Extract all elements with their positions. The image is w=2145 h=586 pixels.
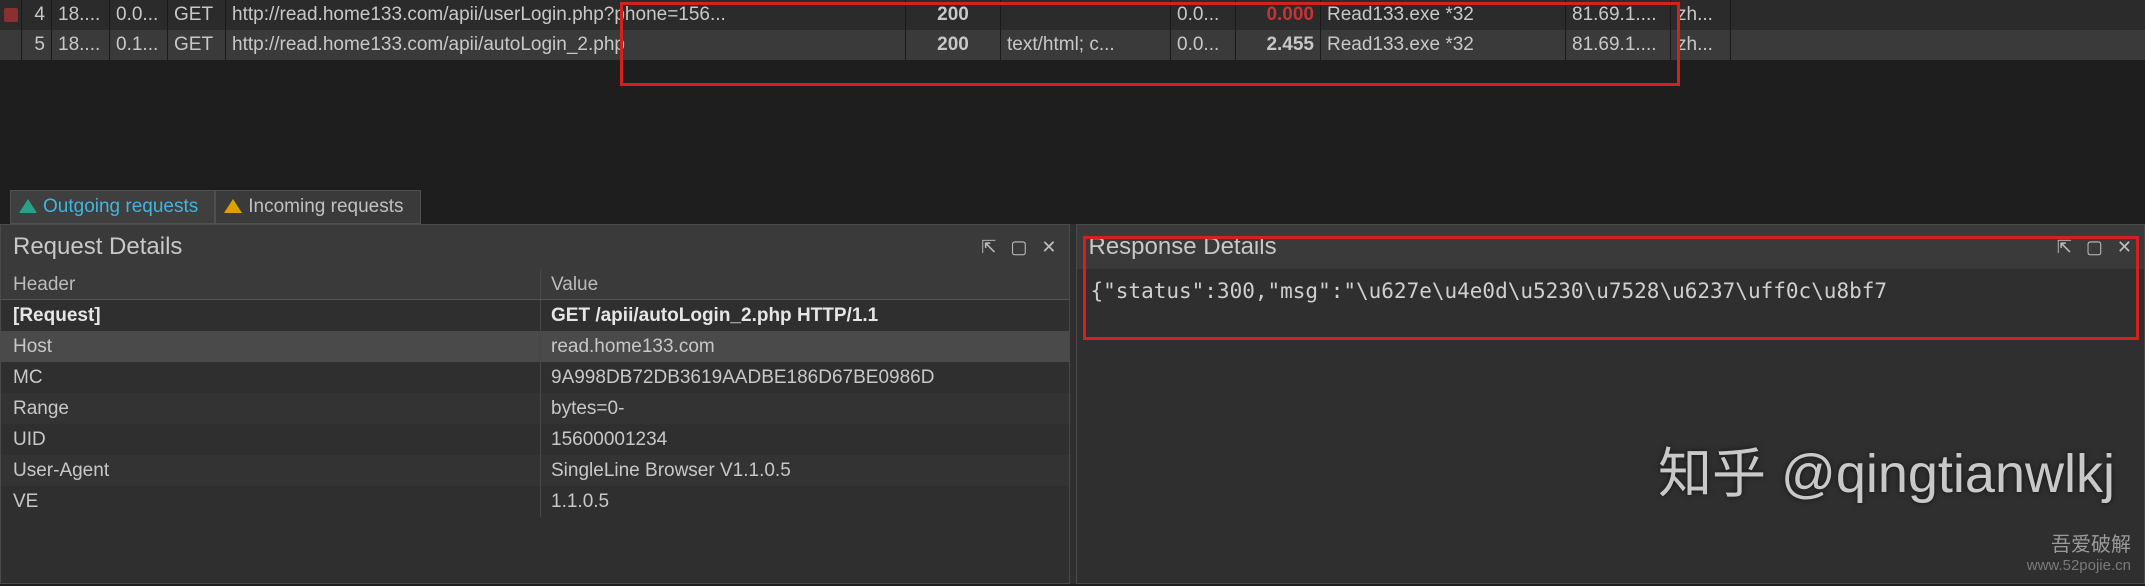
header-name: VE <box>1 486 541 517</box>
close-icon[interactable]: ✕ <box>1041 238 1056 256</box>
row-process: Read133.exe *32 <box>1321 0 1566 30</box>
row-number: 5 <box>22 30 52 60</box>
row-status: 200 <box>906 0 1001 30</box>
request-grid: 4 18.... 0.0... GET http://read.home133.… <box>0 0 2145 60</box>
tab-bar: Outgoing requests Incoming requests <box>10 190 421 224</box>
row-user: zh... <box>1671 0 1731 30</box>
tab-label: Incoming requests <box>248 196 403 218</box>
arrow-up-icon <box>19 197 37 213</box>
row-duration: 0.1... <box>110 30 168 60</box>
col-header-name: Header <box>1 269 541 299</box>
response-details-panel: Response Details ⇱ ▢ ✕ {"status":300,"ms… <box>1076 224 2145 584</box>
header-name: MC <box>1 362 541 393</box>
header-value: GET /apii/autoLogin_2.php HTTP/1.1 <box>541 300 1069 331</box>
header-row[interactable]: User-AgentSingleLine Browser V1.1.0.5 <box>1 455 1069 486</box>
row-method: GET <box>168 0 226 30</box>
row-user: zh... <box>1671 30 1731 60</box>
header-value: read.home133.com <box>541 331 1069 362</box>
tab-incoming[interactable]: Incoming requests <box>215 190 420 224</box>
col-header-value: Value <box>541 269 1069 299</box>
row-size-b: 2.455 <box>1236 30 1321 60</box>
response-body[interactable]: {"status":300,"msg":"\u627e\u4e0d\u5230\… <box>1077 269 2145 313</box>
pin-icon[interactable]: ⇱ <box>2057 238 2072 256</box>
header-name: Range <box>1 393 541 424</box>
pin-icon[interactable]: ⇱ <box>981 238 996 256</box>
tab-label: Outgoing requests <box>43 196 198 218</box>
arrow-down-icon <box>224 197 242 213</box>
grid-row[interactable]: 4 18.... 0.0... GET http://read.home133.… <box>0 0 2145 30</box>
grid-row[interactable]: 5 18.... 0.1... GET http://read.home133.… <box>0 30 2145 60</box>
row-status-icon <box>0 0 22 30</box>
row-content-type: text/html; c... <box>1001 30 1171 60</box>
panel-header: Request Details ⇱ ▢ ✕ <box>1 225 1069 269</box>
header-row[interactable]: UID15600001234 <box>1 424 1069 455</box>
row-duration: 0.0... <box>110 0 168 30</box>
header-name: User-Agent <box>1 455 541 486</box>
row-url: http://read.home133.com/apii/userLogin.p… <box>226 0 906 30</box>
header-row[interactable]: Hostread.home133.com <box>1 331 1069 362</box>
row-ip: 81.69.1.... <box>1566 0 1671 30</box>
header-name: UID <box>1 424 541 455</box>
row-status-icon <box>0 30 22 60</box>
header-row[interactable]: VE1.1.0.5 <box>1 486 1069 517</box>
header-table-body: [Request]GET /apii/autoLogin_2.php HTTP/… <box>1 300 1069 517</box>
row-size-a: 0.0... <box>1171 0 1236 30</box>
request-details-panel: Request Details ⇱ ▢ ✕ Header Value [Requ… <box>0 224 1070 584</box>
window-icon[interactable]: ▢ <box>1010 238 1027 256</box>
row-ip: 81.69.1.... <box>1566 30 1671 60</box>
row-size-a: 0.0... <box>1171 30 1236 60</box>
window-icon[interactable]: ▢ <box>2086 238 2103 256</box>
row-method: GET <box>168 30 226 60</box>
tab-outgoing[interactable]: Outgoing requests <box>10 190 215 224</box>
header-value: SingleLine Browser V1.1.0.5 <box>541 455 1069 486</box>
row-content-type <box>1001 0 1171 30</box>
panel-title: Request Details <box>13 233 182 261</box>
header-value: bytes=0- <box>541 393 1069 424</box>
header-row[interactable]: MC9A998DB72DB3619AADBE186D67BE0986D <box>1 362 1069 393</box>
header-name: [Request] <box>1 300 541 331</box>
row-size-b: 0.000 <box>1236 0 1321 30</box>
row-time: 18.... <box>52 0 110 30</box>
header-name: Host <box>1 331 541 362</box>
header-value: 9A998DB72DB3619AADBE186D67BE0986D <box>541 362 1069 393</box>
row-url: http://read.home133.com/apii/autoLogin_2… <box>226 30 906 60</box>
row-process: Read133.exe *32 <box>1321 30 1566 60</box>
row-time: 18.... <box>52 30 110 60</box>
row-status: 200 <box>906 30 1001 60</box>
header-row[interactable]: [Request]GET /apii/autoLogin_2.php HTTP/… <box>1 300 1069 331</box>
detail-panels: Request Details ⇱ ▢ ✕ Header Value [Requ… <box>0 224 2145 584</box>
panel-title: Response Details <box>1089 233 1277 261</box>
header-value: 15600001234 <box>541 424 1069 455</box>
header-value: 1.1.0.5 <box>541 486 1069 517</box>
panel-header: Response Details ⇱ ▢ ✕ <box>1077 225 2145 269</box>
row-number: 4 <box>22 0 52 30</box>
header-table-head: Header Value <box>1 269 1069 300</box>
header-row[interactable]: Rangebytes=0- <box>1 393 1069 424</box>
close-icon[interactable]: ✕ <box>2117 238 2132 256</box>
